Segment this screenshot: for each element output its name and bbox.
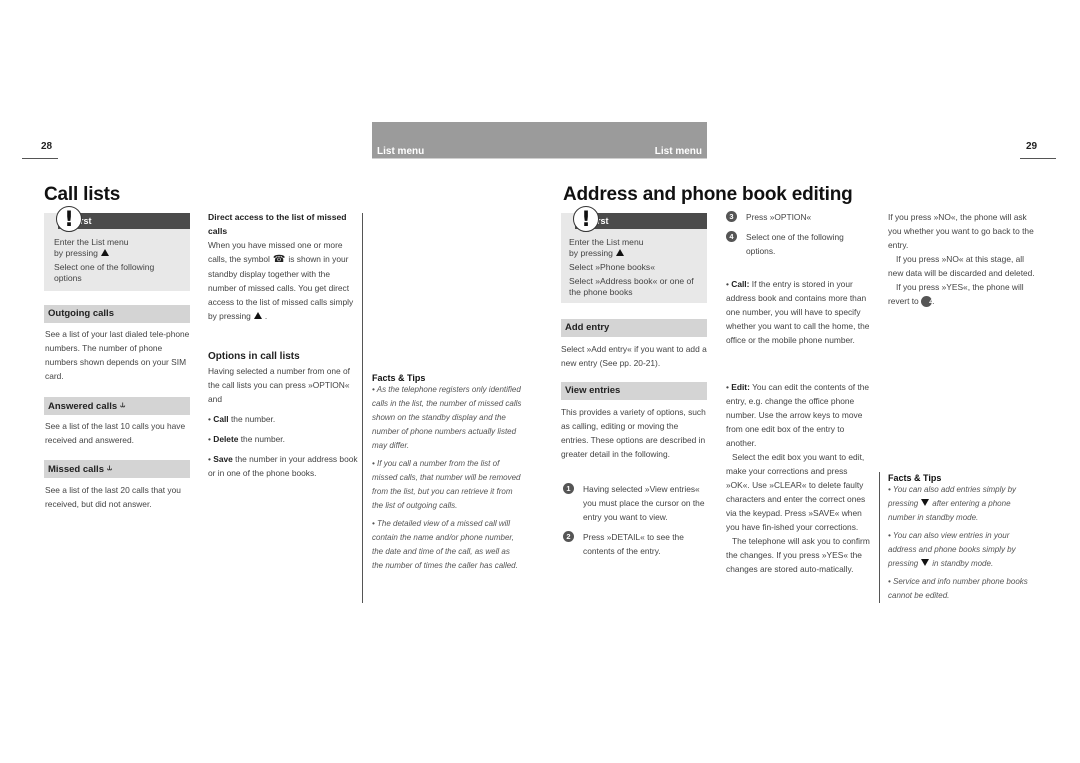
first-box-header-right: ! First [573, 206, 707, 232]
edit-option-bold: Edit: [731, 382, 750, 392]
option-item-delete: • Delete the number. [208, 434, 285, 444]
direct-access-section: Direct access to the list of missed call… [208, 210, 360, 323]
left-tip-2: • If you call a number from the list of … [372, 459, 521, 510]
edit-option-para2: Select the edit box you want to edit, ma… [726, 452, 866, 532]
missed-calls-text: See a list of the last 20 calls that you… [45, 485, 181, 509]
view-entries-heading: View entries [561, 382, 707, 400]
first-line-1: Enter the List menu [54, 237, 129, 247]
answered-calls-text: See a list of the last 10 calls you have… [45, 421, 186, 445]
left-facts-tips: Facts & Tips • As the telephone register… [372, 373, 522, 577]
col3-para3: If you press »YES«, the phone will rever… [888, 282, 1024, 306]
right-facts-tips: Facts & Tips • You can also add entries … [888, 473, 1038, 607]
exclamation-icon: ! [56, 206, 82, 232]
right-tip-2b: in standby mode. [932, 559, 994, 568]
first-box-header: ! First [56, 206, 190, 232]
options-intro: Having selected a number from one of the… [208, 366, 350, 404]
call-option-item: • Call: If the entry is stored in your a… [726, 279, 870, 345]
step-4-text: Select one of the following options. [746, 232, 844, 256]
right-steps-col2: 3 Press »OPTION« 4 Select one of the fol… [726, 210, 872, 264]
first-right-line-2: by pressing [569, 248, 613, 258]
first-box: ! First Enter the List menu by pressing … [44, 206, 190, 291]
left-page-rule [22, 158, 58, 159]
view-entries-steps: 1 Having selected »View entries« you mus… [563, 482, 709, 564]
step-number-icon: 2 [563, 531, 574, 542]
call-option-bold: Call: [731, 279, 750, 289]
left-page-number: 28 [41, 141, 53, 152]
outgoing-calls-text: See a list of your last dialed tele-phon… [45, 329, 190, 381]
left-tips-divider [362, 213, 363, 603]
option-item-call: • Call the number. [208, 414, 276, 424]
left-tip-3: • The detailed view of a missed call wil… [372, 519, 518, 570]
page-title-address-book-editing: Address and phone book editing [563, 184, 853, 205]
first-line-3: Select one of the following options [54, 262, 155, 283]
step-1-text: Having selected »View entries« you must … [583, 484, 705, 522]
down-arrow-key-icon [921, 499, 930, 506]
first-line-2: by pressing [54, 248, 98, 258]
col3-para2: If you press »NO« at this stage, all new… [888, 254, 1035, 278]
answered-calls-label: Answered calls [48, 401, 118, 412]
up-arrow-key-icon [100, 249, 109, 256]
right-tip-3: • Service and info number phone books ca… [888, 577, 1028, 600]
edit-option-item: • Edit: You can edit the contents of the… [726, 380, 872, 576]
option-delete-rest: the number. [240, 434, 285, 444]
right-tips-divider [879, 472, 880, 603]
view-entries-text: This provides a variety of options, such… [561, 407, 706, 459]
step-1: 1 Having selected »View entries« you mus… [563, 482, 709, 524]
left-section-label: List menu [377, 146, 425, 157]
add-entry-text: Select »Add entry« if you want to add a … [561, 344, 707, 368]
step-3-text: Press »OPTION« [746, 212, 812, 222]
option-call-rest: the number. [230, 414, 276, 424]
missed-calls-label: Missed calls [48, 464, 104, 475]
step-number-icon: 4 [726, 231, 737, 242]
answered-calls-heading: Answered calls ⥿ [44, 397, 190, 415]
option-call-bold: Call [213, 414, 229, 424]
first-box-right: ! First Enter the List menu by pressing … [561, 206, 707, 303]
right-tips-heading: Facts & Tips [888, 473, 942, 483]
add-entry-heading: Add entry [561, 319, 707, 337]
step-4: 4 Select one of the following options. [726, 230, 872, 258]
left-tip-1: • As the telephone registers only identi… [372, 385, 522, 450]
right-section-label: List menu [654, 146, 702, 157]
option-save-bold: Save [213, 454, 233, 464]
option-delete-bold: Delete [213, 434, 239, 444]
section-header-bar: List menu List menu [372, 122, 707, 159]
down-arrow-key-icon [921, 559, 930, 566]
missed-calls-heading: Missed calls ⥿ [44, 460, 190, 478]
up-arrow-key-icon [253, 312, 262, 319]
step-2: 2 Press »DETAIL« to see the contents of … [563, 530, 709, 558]
options-section: Options in call lists Having selected a … [208, 351, 360, 480]
missed-call-phone-icon: ☎ [272, 254, 286, 265]
first-right-line-1: Enter the List menu [569, 237, 644, 247]
right-page-rule [1020, 158, 1056, 159]
first-right-line-3: Select »Phone books« [569, 262, 656, 272]
page-title-call-lists: Call lists [44, 184, 121, 205]
incoming-call-icon: ⥿ [120, 399, 126, 409]
outgoing-calls-heading: Outgoing calls [44, 305, 190, 323]
right-page-number: 29 [1026, 141, 1038, 152]
step-number-icon: 3 [726, 211, 737, 222]
edit-option-para3: The telephone will ask you to confirm th… [726, 536, 870, 574]
step-2-text: Press »DETAIL« to see the contents of th… [583, 532, 684, 556]
step-number-icon: 1 [563, 483, 574, 494]
options-heading: Options in call lists [208, 351, 300, 362]
direct-access-heading: Direct access to the list of missed call… [208, 212, 347, 236]
missed-call-icon: ⥿ [106, 462, 113, 472]
up-arrow-key-icon [615, 249, 624, 256]
step-3: 3 Press »OPTION« [726, 210, 872, 224]
left-tips-heading: Facts & Tips [372, 373, 426, 383]
exclamation-icon: ! [573, 206, 599, 232]
right-col3: If you press »NO«, the phone will ask yo… [888, 212, 1035, 307]
col3-para1: If you press »NO«, the phone will ask yo… [888, 212, 1034, 250]
step-number-icon: 4 [921, 296, 933, 307]
option-item-save: • Save the number in your address book o… [208, 454, 358, 478]
first-right-line-4: Select »Address book« or one of the phon… [569, 276, 694, 297]
